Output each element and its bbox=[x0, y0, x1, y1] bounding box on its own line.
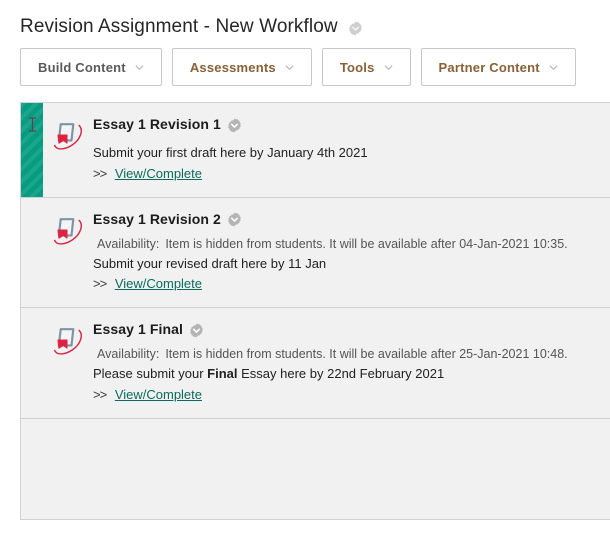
chevron-down-icon bbox=[549, 63, 558, 72]
description-text-bold: Final bbox=[207, 366, 238, 382]
assignment-icon bbox=[43, 198, 91, 308]
tools-label: Tools bbox=[339, 59, 375, 75]
availability-notice: Availability: Item is hidden from student… bbox=[97, 346, 596, 363]
list-item-title: Essay 1 Revision 2 bbox=[93, 210, 221, 227]
description-text-prefix: Please submit your bbox=[93, 366, 208, 382]
availability-label: Availability: bbox=[97, 236, 160, 251]
availability-notice: Availability: Item is hidden from student… bbox=[97, 236, 596, 253]
list-item-description: Please submit your Final Essay here by 2… bbox=[93, 365, 596, 384]
list-item-body: Essay 1 Revision 1 Submit your first dra… bbox=[91, 103, 610, 197]
list-item[interactable]: Essay 1 Revision 1 Submit your first dra… bbox=[21, 103, 610, 198]
assessments-button[interactable]: Assessments bbox=[171, 48, 312, 86]
selection-accent-bar bbox=[21, 103, 43, 197]
list-item-header: Essay 1 Revision 2 bbox=[93, 211, 596, 227]
chevron-down-badge-icon[interactable] bbox=[227, 212, 242, 227]
list-item-body: Essay 1 Final Availability: Item is hidde… bbox=[91, 308, 610, 418]
page-header: Revision Assignment - New Workflow bbox=[0, 0, 610, 37]
selection-accent-bar-placeholder bbox=[21, 198, 43, 308]
chevron-down-badge-icon[interactable] bbox=[227, 117, 242, 133]
text-cursor-icon bbox=[28, 117, 37, 132]
double-chevron-icon: >> bbox=[93, 276, 107, 292]
tools-button[interactable]: Tools bbox=[321, 48, 411, 86]
partner-content-label: Partner Content bbox=[438, 59, 540, 75]
description-text: Submit your first draft here by January … bbox=[93, 145, 368, 160]
chevron-down-badge-icon[interactable] bbox=[189, 323, 204, 338]
list-item-body: Essay 1 Revision 2 Availability: Item is … bbox=[91, 198, 610, 308]
availability-text: Item is hidden from students. It will be… bbox=[165, 236, 568, 251]
view-complete-link[interactable]: View/Complete bbox=[115, 166, 202, 181]
list-item-header: Essay 1 Final bbox=[93, 321, 596, 338]
description-text: Submit your revised draft here by 11 Jan bbox=[93, 255, 327, 271]
chevron-down-badge-icon[interactable] bbox=[348, 20, 363, 36]
page-title: Revision Assignment - New Workflow bbox=[20, 16, 338, 37]
double-chevron-icon: >> bbox=[93, 386, 107, 402]
list-item-title: Essay 1 Final bbox=[93, 321, 184, 338]
chevron-down-icon bbox=[384, 63, 393, 72]
partner-content-button[interactable]: Partner Content bbox=[420, 48, 576, 86]
list-item-header: Essay 1 Revision 1 bbox=[93, 116, 596, 133]
chevron-down-icon bbox=[135, 63, 144, 72]
build-content-label: Build Content bbox=[38, 59, 126, 75]
assessments-label: Assessments bbox=[189, 59, 276, 75]
view-complete-row: >> View/Complete bbox=[93, 275, 596, 294]
list-item[interactable]: Essay 1 Final Availability: Item is hidde… bbox=[21, 308, 610, 419]
view-complete-link[interactable]: View/Complete bbox=[115, 276, 202, 291]
list-item-title: Essay 1 Revision 1 bbox=[93, 116, 221, 132]
view-complete-row: >> View/Complete bbox=[93, 165, 596, 184]
assignment-icon bbox=[43, 103, 91, 197]
content-list: Essay 1 Revision 1 Submit your first dra… bbox=[20, 102, 610, 520]
chevron-down-icon bbox=[285, 63, 294, 72]
selection-accent-bar-placeholder bbox=[21, 308, 43, 418]
view-complete-link[interactable]: View/Complete bbox=[115, 387, 202, 402]
list-item[interactable]: Essay 1 Revision 2 Availability: Item is … bbox=[21, 198, 610, 309]
double-chevron-icon: >> bbox=[93, 165, 107, 181]
view-complete-row: >> View/Complete bbox=[93, 386, 596, 405]
list-item-description: Submit your revised draft here by 11 Jan bbox=[93, 255, 596, 274]
build-content-button[interactable]: Build Content bbox=[20, 48, 162, 86]
action-bar: Build Content Assessments Tools Partner … bbox=[0, 34, 610, 92]
assignment-icon bbox=[43, 308, 91, 418]
availability-text: Item is hidden from students. It will be… bbox=[165, 347, 568, 362]
list-item-description: Submit your first draft here by January … bbox=[93, 144, 596, 163]
description-text-suffix: Essay here by 22nd February 2021 bbox=[237, 366, 445, 382]
availability-label: Availability: bbox=[97, 347, 160, 362]
